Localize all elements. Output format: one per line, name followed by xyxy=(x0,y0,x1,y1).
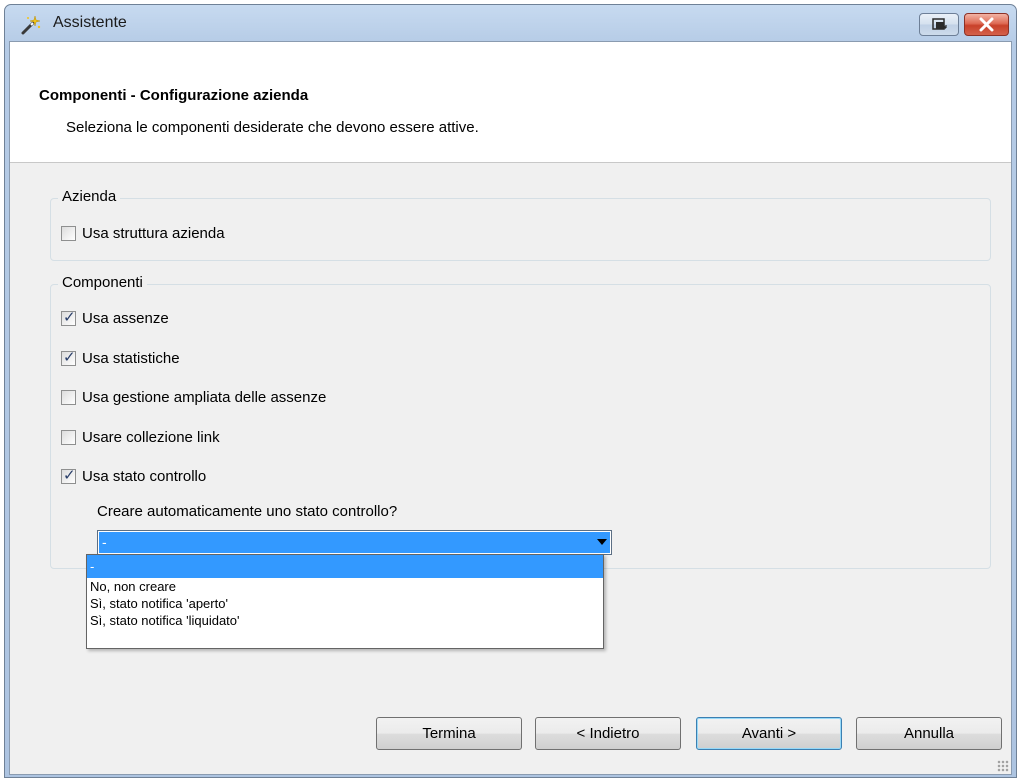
dropdown-option[interactable]: Sì, stato notifica 'aperto' xyxy=(87,595,603,612)
checkbox-label: Usa struttura azienda xyxy=(82,224,225,242)
combobox-selected-value: - xyxy=(99,532,610,553)
wizard-wand-icon xyxy=(20,14,42,36)
use-absences-checkbox[interactable]: ✓ Usa assenze xyxy=(61,308,169,328)
chevron-down-icon[interactable] xyxy=(597,539,607,545)
page-subtitle: Seleziona le componenti desiderate che d… xyxy=(66,119,479,136)
cancel-button[interactable]: Annulla xyxy=(856,717,1002,750)
checkmark-icon: ✓ xyxy=(63,347,76,366)
finish-button-label: Termina xyxy=(422,725,476,742)
checkbox-label: Usare collezione link xyxy=(82,428,220,446)
back-button[interactable]: < Indietro xyxy=(535,717,681,750)
checkbox-box[interactable]: ✓ xyxy=(61,307,76,326)
wizard-window: Assistente Componenti - Configurazione a… xyxy=(4,4,1017,778)
resize-grip-icon[interactable] xyxy=(997,760,1009,772)
use-company-structure-checkbox[interactable]: Usa struttura azienda xyxy=(61,223,225,243)
finish-button[interactable]: Termina xyxy=(376,717,522,750)
cancel-button-label: Annulla xyxy=(903,725,955,742)
title-bar[interactable]: Assistente xyxy=(5,5,1016,41)
checkmark-icon: ✓ xyxy=(63,465,76,484)
restore-window-button[interactable] xyxy=(919,13,959,36)
checkbox-box[interactable]: ✓ xyxy=(61,465,76,484)
page-title: Componenti - Configurazione azienda xyxy=(39,87,309,104)
use-control-state-checkbox[interactable]: ✓ Usa stato controllo xyxy=(61,466,206,486)
next-button[interactable]: Avanti > xyxy=(696,717,842,750)
checkbox-box[interactable] xyxy=(61,225,76,241)
wizard-header: Componenti - Configurazione azienda Sele… xyxy=(10,42,1011,163)
next-button-label: Avanti > xyxy=(741,725,797,742)
back-button-label: < Indietro xyxy=(576,725,640,742)
wizard-client-area: Componenti - Configurazione azienda Sele… xyxy=(9,41,1012,775)
control-state-dropdown-list: - No, non creare Sì, stato notifica 'ape… xyxy=(86,554,604,649)
checkbox-label: Usa assenze xyxy=(82,309,169,327)
restore-window-icon xyxy=(932,18,947,30)
componenti-group-label: Componenti xyxy=(58,274,147,291)
checkbox-box[interactable] xyxy=(61,429,76,445)
azienda-group-label: Azienda xyxy=(58,188,121,205)
use-extended-absence-management-checkbox[interactable]: Usa gestione ampliata delle assenze xyxy=(61,387,326,407)
dropdown-option[interactable]: Sì, stato notifica 'liquidato' xyxy=(87,612,603,629)
use-statistics-checkbox[interactable]: ✓ Usa statistiche xyxy=(61,348,180,368)
componenti-group: Componenti ✓ Usa assenze ✓ Usa statistic… xyxy=(50,274,991,569)
window-title: Assistente xyxy=(53,14,127,31)
checkbox-label: Usa statistiche xyxy=(82,349,180,367)
use-link-collection-checkbox[interactable]: Usare collezione link xyxy=(61,427,220,447)
create-control-state-prompt: Creare automaticamente uno stato control… xyxy=(97,503,398,520)
azienda-group: Azienda Usa struttura azienda xyxy=(50,188,991,261)
close-icon xyxy=(979,17,994,32)
control-state-combobox[interactable]: - xyxy=(97,530,612,555)
checkbox-box[interactable]: ✓ xyxy=(61,347,76,366)
checkmark-icon: ✓ xyxy=(63,307,76,326)
dropdown-option[interactable]: No, non creare xyxy=(87,578,603,595)
close-window-button[interactable] xyxy=(964,13,1009,36)
checkbox-box[interactable] xyxy=(61,389,76,405)
checkbox-label: Usa gestione ampliata delle assenze xyxy=(82,388,327,406)
checkbox-label: Usa stato controllo xyxy=(82,467,207,485)
dropdown-option[interactable]: - xyxy=(87,555,603,578)
